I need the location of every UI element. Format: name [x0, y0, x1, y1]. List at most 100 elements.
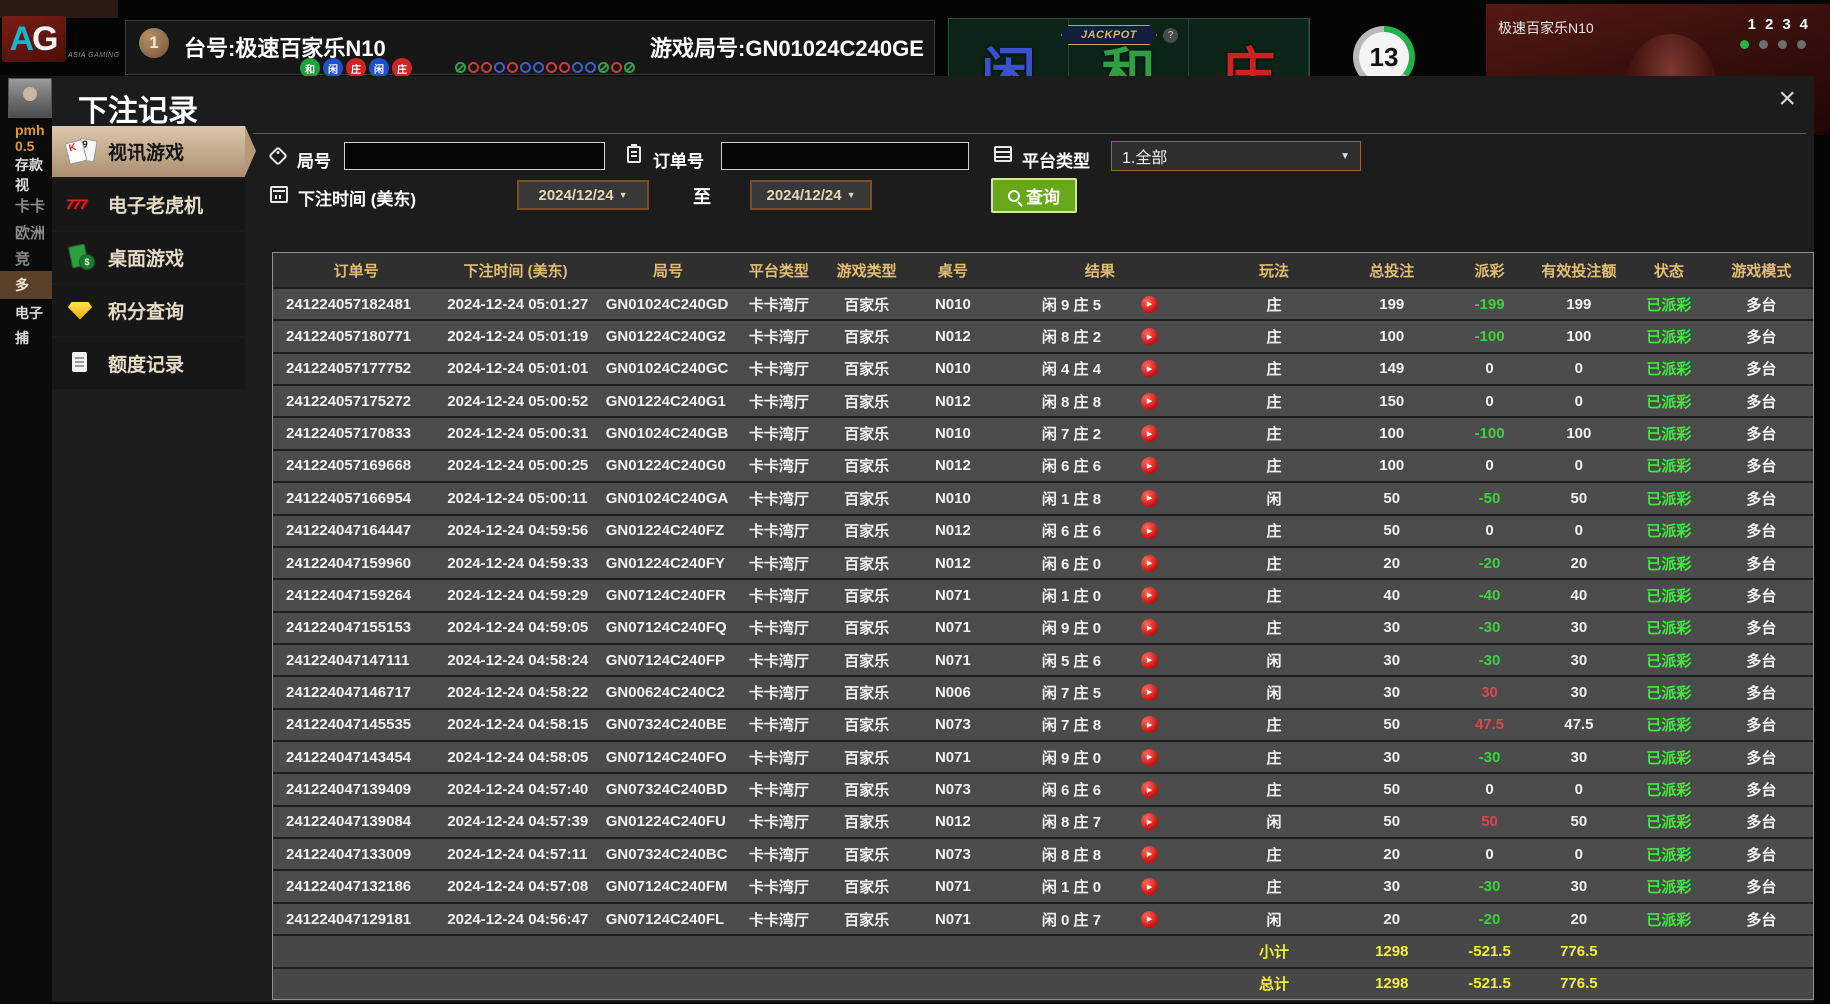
- bead-marker: 和: [300, 58, 320, 78]
- logo-letter-g: G: [32, 20, 58, 59]
- countdown-value: 13: [1359, 32, 1409, 82]
- replay-play-icon[interactable]: ▶: [1141, 360, 1158, 377]
- search-button[interactable]: 查询: [991, 178, 1077, 213]
- sidebar-item[interactable]: 多: [0, 271, 52, 299]
- replay-play-icon[interactable]: ▶: [1141, 522, 1158, 539]
- replay-play-icon[interactable]: ▶: [1141, 781, 1158, 798]
- sidebar-item[interactable]: 电子: [0, 303, 52, 323]
- sidebar-item[interactable]: 竞: [0, 248, 52, 269]
- order-filter-label: 订单号: [653, 147, 704, 172]
- search-icon: [1008, 190, 1020, 202]
- sidebar-item[interactable]: 视: [0, 175, 52, 195]
- tag-icon: [268, 146, 288, 166]
- camera-dot: [1759, 40, 1768, 49]
- date-from-value: 2024/12/24: [539, 187, 614, 204]
- screen: AG ASIA GAMING 1 台号:极速百家乐N10 游戏局号:GN0102…: [0, 0, 1830, 1004]
- menu-item[interactable]: 桌面游戏: [52, 232, 245, 283]
- replay-play-icon[interactable]: ▶: [1141, 749, 1158, 766]
- replay-play-icon[interactable]: ▶: [1141, 393, 1158, 410]
- table-row: 2412240571777522024-12-24 05:01:01GN0102…: [273, 352, 1813, 384]
- menu-item[interactable]: 积分查询: [52, 285, 245, 336]
- replay-play-icon[interactable]: ▶: [1141, 555, 1158, 572]
- table-row: 2412240571708332024-12-24 05:00:31GN0102…: [273, 416, 1813, 448]
- road-ring-marker: [455, 62, 466, 73]
- close-icon[interactable]: ×: [1778, 84, 1796, 114]
- modal-menu: 视讯游戏电子老虎机桌面游戏积分查询额度记录: [52, 126, 245, 391]
- replay-play-icon[interactable]: ▶: [1141, 813, 1158, 830]
- order-number-input[interactable]: [721, 142, 969, 170]
- column-header: 总投注: [1334, 260, 1450, 281]
- table-row: 2412240471467172024-12-24 04:58:22GN0062…: [273, 675, 1813, 707]
- replay-play-icon[interactable]: ▶: [1141, 296, 1158, 313]
- date-range-to-label: 至: [693, 183, 711, 209]
- camera-dot: [1778, 40, 1787, 49]
- road-ring-marker: [546, 62, 557, 73]
- camera-selector: 1234: [1748, 16, 1808, 33]
- date-to-value: 2024/12/24: [767, 187, 842, 204]
- replay-play-icon[interactable]: ▶: [1141, 652, 1158, 669]
- points-diamond-icon: [66, 297, 96, 325]
- bead-road-rings: [455, 62, 635, 73]
- calendar-icon: [270, 186, 288, 203]
- video-cards-icon: [66, 138, 96, 166]
- table-row: 2412240471644472024-12-24 04:59:56GN0122…: [273, 514, 1813, 546]
- table-row: 2412240471599602024-12-24 04:59:33GN0122…: [273, 546, 1813, 578]
- table-row: 2412240471321862024-12-24 04:57:08GN0712…: [273, 869, 1813, 901]
- replay-play-icon[interactable]: ▶: [1141, 619, 1158, 636]
- replay-play-icon[interactable]: ▶: [1141, 684, 1158, 701]
- replay-play-icon[interactable]: ▶: [1141, 457, 1158, 474]
- menu-item[interactable]: 电子老虎机: [52, 179, 245, 230]
- bet-records-table: 订单号下注时间 (美东)局号平台类型游戏类型桌号结果玩法总投注派彩有效投注额状态…: [272, 252, 1814, 1000]
- game-round-label: 游戏局号:GN01024C240GE: [650, 31, 924, 63]
- column-header: 游戏类型: [814, 260, 920, 281]
- replay-play-icon[interactable]: ▶: [1141, 587, 1158, 604]
- clipboard-icon: [627, 146, 641, 163]
- replay-play-icon[interactable]: ▶: [1141, 490, 1158, 507]
- total-row: 总计1298-521.5776.5: [273, 967, 1813, 999]
- bead-marker: 闲: [323, 58, 343, 78]
- jackpot-help-icon[interactable]: ?: [1163, 28, 1178, 43]
- column-header: 桌号: [920, 260, 986, 281]
- replay-play-icon[interactable]: ▶: [1141, 328, 1158, 345]
- date-from-select[interactable]: 2024/12/24 ▼: [517, 180, 649, 210]
- sidebar-item[interactable]: 欧洲: [0, 222, 52, 243]
- camera-number[interactable]: 4: [1800, 16, 1808, 33]
- camera-number[interactable]: 3: [1782, 16, 1790, 33]
- table-games-icon: [66, 244, 96, 272]
- platform-select[interactable]: 1.全部 ▼: [1111, 141, 1361, 171]
- round-number-input[interactable]: [344, 142, 605, 170]
- column-header: 有效投注额: [1530, 260, 1629, 281]
- title-separator: [253, 133, 1806, 134]
- sidebar-item[interactable]: 存款: [0, 155, 52, 175]
- table-header-row: 订单号下注时间 (美东)局号平台类型游戏类型桌号结果玩法总投注派彩有效投注额状态…: [273, 253, 1813, 287]
- column-header: 状态: [1628, 260, 1710, 281]
- table-row: 2412240571824812024-12-24 05:01:27GN0102…: [273, 287, 1813, 319]
- road-ring-marker: [468, 62, 479, 73]
- camera-indicators: [1740, 40, 1806, 49]
- column-header: 玩法: [1214, 260, 1334, 281]
- bet-time-label: 下注时间 (美东): [298, 185, 416, 210]
- replay-play-icon[interactable]: ▶: [1141, 716, 1158, 733]
- column-header: 下注时间 (美东): [439, 260, 591, 281]
- replay-play-icon[interactable]: ▶: [1141, 911, 1158, 928]
- column-header: 订单号: [273, 260, 439, 281]
- menu-item-label: 视讯游戏: [108, 138, 184, 165]
- replay-play-icon[interactable]: ▶: [1141, 846, 1158, 863]
- menu-item[interactable]: 额度记录: [52, 338, 245, 389]
- sidebar-item[interactable]: pmh: [0, 122, 52, 138]
- replay-play-icon[interactable]: ▶: [1141, 425, 1158, 442]
- platform-filter-label: 平台类型: [1022, 147, 1090, 172]
- table-row: 2412240571669542024-12-24 05:00:11GN0102…: [273, 481, 1813, 513]
- date-to-select[interactable]: 2024/12/24 ▼: [750, 180, 872, 210]
- column-header: 平台类型: [744, 260, 813, 281]
- sidebar-item[interactable]: 捕: [0, 328, 52, 348]
- sidebar-item[interactable]: 卡卡: [0, 195, 52, 216]
- ag-logo: AG: [2, 16, 66, 62]
- replay-play-icon[interactable]: ▶: [1141, 878, 1158, 895]
- camera-number[interactable]: 2: [1765, 16, 1773, 33]
- menu-item[interactable]: 视讯游戏: [52, 126, 245, 177]
- menu-item-label: 积分查询: [108, 297, 184, 324]
- camera-number[interactable]: 1: [1748, 16, 1756, 33]
- user-avatar[interactable]: [8, 78, 52, 118]
- sidebar-item[interactable]: 0.5: [0, 138, 52, 154]
